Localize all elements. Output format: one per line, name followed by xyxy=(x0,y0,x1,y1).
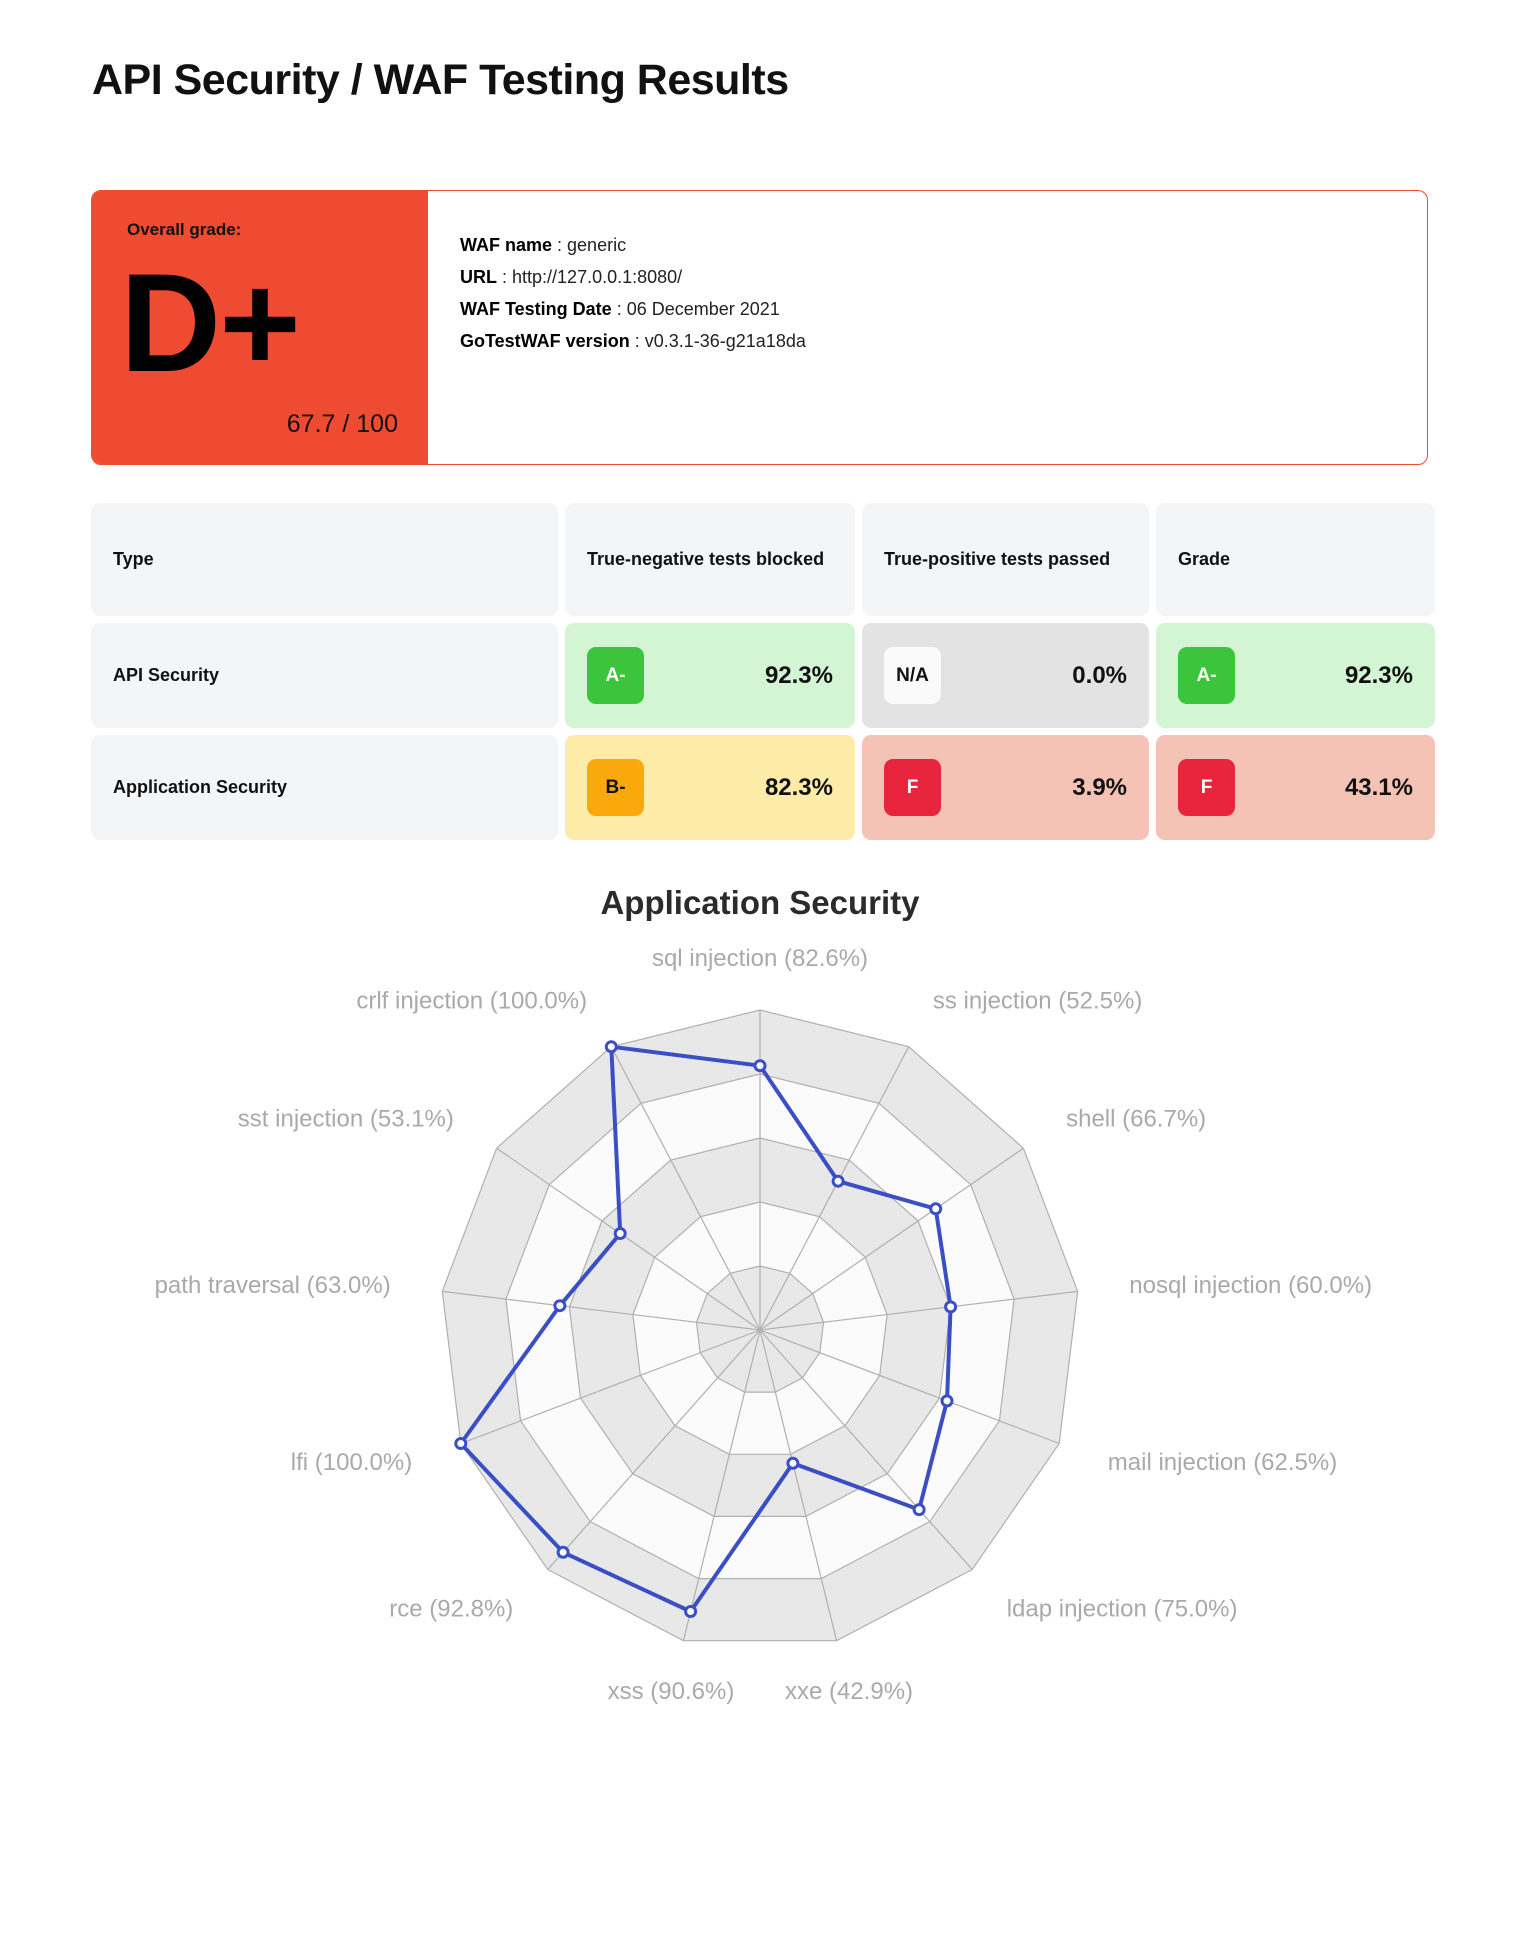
radar-axis-label: nosql injection (60.0%) xyxy=(1129,1272,1372,1299)
percent-value: 92.3% xyxy=(1344,661,1413,689)
info-value: http://127.0.0.1:8080/ xyxy=(512,267,683,287)
table-row: API Security A- 92.3% N/A 0.0% A- 92.3% xyxy=(91,623,1435,728)
column-header-grade: Grade xyxy=(1156,503,1435,616)
overall-score: 67.7 / 100 xyxy=(286,410,398,438)
row-type-api-security: API Security xyxy=(91,623,558,728)
overall-grade-card: Overall grade: D+ 67.7 / 100 WAF name : … xyxy=(91,190,1428,465)
info-key: URL xyxy=(460,267,497,287)
info-value: generic xyxy=(567,235,627,255)
table-row: Application Security B- 82.3% F 3.9% F 4… xyxy=(91,735,1435,840)
percent-value: 92.3% xyxy=(764,661,833,689)
info-row-version: GoTestWAF version : v0.3.1-36-g21a18da xyxy=(460,325,1427,357)
radar-data-point xyxy=(786,1456,800,1470)
radar-axis-label: path traversal (63.0%) xyxy=(155,1272,391,1299)
radar-axis-label: crlf injection (100.0%) xyxy=(356,988,587,1015)
column-header-true-negative: True-negative tests blocked xyxy=(565,503,855,616)
table-header-row: Type True-negative tests blocked True-po… xyxy=(91,503,1435,616)
waf-info-panel: WAF name : generic URL : http://127.0.0.… xyxy=(428,191,1427,464)
cell-true-negative: A- 92.3% xyxy=(565,623,855,728)
cell-true-negative: B- 82.3% xyxy=(565,735,855,840)
radar-axis-label: sql injection (82.6%) xyxy=(652,945,868,972)
info-row-waf-name: WAF name : generic xyxy=(460,229,1427,261)
percent-value: 0.0% xyxy=(1072,661,1127,689)
radar-data-point xyxy=(556,1545,570,1559)
info-value: 06 December 2021 xyxy=(626,299,780,319)
info-sep: : xyxy=(611,299,627,319)
row-type-application-security: Application Security xyxy=(91,735,558,840)
info-key: WAF Testing Date xyxy=(460,299,612,319)
percent-value: 82.3% xyxy=(764,773,833,801)
radar-data-point xyxy=(454,1437,468,1450)
radar-data-point xyxy=(604,1040,618,1054)
radar-data-point xyxy=(940,1394,954,1408)
radar-svg: sql injection (82.6%) ss injection (52.5%… xyxy=(155,945,1373,1705)
radar-axis-label: shell (66.7%) xyxy=(1066,1106,1206,1133)
radar-axis-label: ss injection (52.5%) xyxy=(933,988,1142,1015)
status-badge: B- xyxy=(587,759,644,816)
info-row-testing-date: WAF Testing Date : 06 December 2021 xyxy=(460,293,1427,325)
info-sep: : xyxy=(497,267,513,287)
info-row-url: URL : http://127.0.0.1:8080/ xyxy=(460,261,1427,293)
radar-data-point xyxy=(753,1059,767,1073)
column-header-true-positive: True-positive tests passed xyxy=(862,503,1149,616)
status-badge: N/A xyxy=(884,647,941,704)
radar-data-point xyxy=(912,1503,926,1517)
report-page: API Security / WAF Testing Results Overa… xyxy=(0,0,1520,1936)
radar-data-point xyxy=(944,1300,958,1314)
radar-data-point xyxy=(553,1299,567,1313)
chart-title: Application Security xyxy=(600,884,920,921)
radar-axis-label: mail injection (62.5%) xyxy=(1108,1449,1337,1476)
grade-badge-panel: Overall grade: D+ 67.7 / 100 xyxy=(92,191,428,464)
percent-value: 3.9% xyxy=(1072,773,1127,801)
radar-axis-label: rce (92.8%) xyxy=(389,1595,513,1622)
info-sep: : xyxy=(629,331,645,351)
cell-true-positive: N/A 0.0% xyxy=(862,623,1149,728)
cell-true-positive: F 3.9% xyxy=(862,735,1149,840)
cell-grade: F 43.1% xyxy=(1156,735,1435,840)
overall-grade-label: Overall grade: xyxy=(127,220,242,239)
status-badge: A- xyxy=(587,647,644,704)
radar-data-point xyxy=(613,1227,627,1240)
status-badge: F xyxy=(884,759,941,816)
results-table: Type True-negative tests blocked True-po… xyxy=(91,503,1435,847)
info-key: GoTestWAF version xyxy=(460,331,630,351)
page-title: API Security / WAF Testing Results xyxy=(92,56,789,104)
radar-axis-label: sst injection (53.1%) xyxy=(238,1106,454,1133)
radar-axis-label: xss (90.6%) xyxy=(608,1678,735,1705)
info-sep: : xyxy=(552,235,568,255)
radar-data-point xyxy=(929,1202,943,1216)
status-badge: F xyxy=(1178,759,1235,816)
radar-axis-label: xxe (42.9%) xyxy=(785,1678,913,1705)
overall-grade-value: D+ xyxy=(120,244,301,401)
status-badge: A- xyxy=(1178,647,1235,704)
column-header-type: Type xyxy=(91,503,558,616)
radar-data-point xyxy=(684,1605,698,1618)
radar-data-point xyxy=(831,1174,845,1188)
cell-grade: A- 92.3% xyxy=(1156,623,1435,728)
radar-axis-label: lfi (100.0%) xyxy=(291,1449,412,1476)
application-security-radar-chart: sql injection (82.6%) ss injection (52.5%… xyxy=(0,930,1520,1930)
percent-value: 43.1% xyxy=(1344,773,1413,801)
info-key: WAF name xyxy=(460,235,553,255)
radar-axis-label: ldap injection (75.0%) xyxy=(1007,1595,1238,1622)
info-value: v0.3.1-36-g21a18da xyxy=(644,331,806,351)
